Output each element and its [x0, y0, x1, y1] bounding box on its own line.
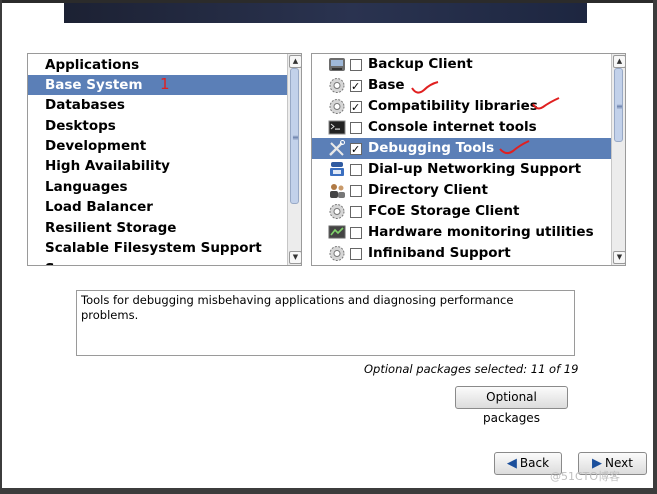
window-frame — [0, 0, 657, 494]
